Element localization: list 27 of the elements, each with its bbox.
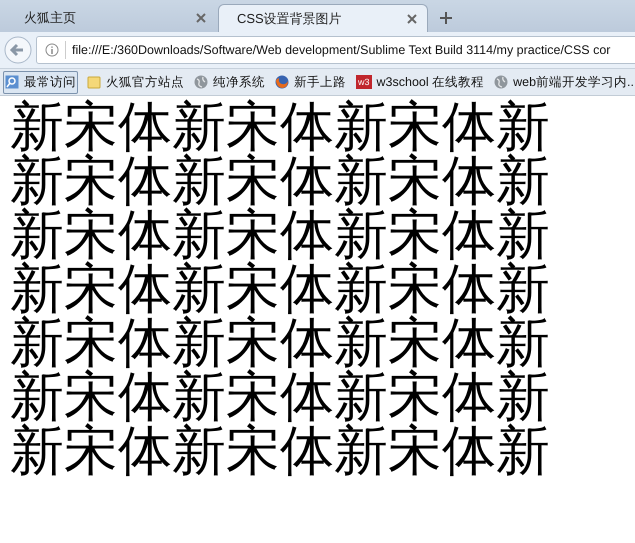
browser-tab[interactable]: CSS设置背景图片: [218, 4, 428, 32]
fox-globe-icon: [275, 75, 289, 89]
browser-tab[interactable]: 火狐主页: [6, 4, 216, 32]
globe-icon: [494, 75, 508, 89]
close-icon[interactable]: [407, 14, 417, 24]
bookmark[interactable]: 新手上路: [274, 72, 347, 92]
address-field[interactable]: file:///E:/360Downloads/Software/Web development/Sublime Text Build 3114/my practice/CSS cor: [36, 36, 635, 64]
w3-icon: w3: [356, 75, 372, 89]
background-text: 新宋体新宋体新宋体新: [10, 370, 550, 424]
background-text: 新宋体新宋体新宋体新: [10, 154, 550, 208]
background-text: 新宋体新宋体新宋体新: [10, 424, 550, 478]
background-text: 新宋体新宋体新宋体新: [10, 208, 550, 262]
globe-icon: [194, 75, 208, 89]
folder-icon: [87, 75, 101, 89]
bookmark[interactable]: 最常访问: [3, 70, 78, 94]
back-button[interactable]: [4, 36, 32, 64]
background-text: 新宋体新宋体新宋体新: [10, 316, 550, 370]
background-text: 新宋体新宋体新宋体新: [10, 262, 550, 316]
info-icon[interactable]: [45, 43, 59, 57]
close-icon[interactable]: [196, 13, 206, 23]
bookmark[interactable]: 火狐官方站点: [86, 72, 185, 92]
background-text: 新宋体新宋体新宋体新: [10, 100, 550, 154]
bookmark[interactable]: w3 w3school 在线教程: [355, 72, 486, 92]
search-icon: [5, 75, 19, 89]
bookmark[interactable]: 纯净系统: [193, 72, 266, 92]
plus-icon[interactable]: [440, 12, 452, 24]
bookmark[interactable]: web前端开发学习内...: [493, 72, 635, 92]
